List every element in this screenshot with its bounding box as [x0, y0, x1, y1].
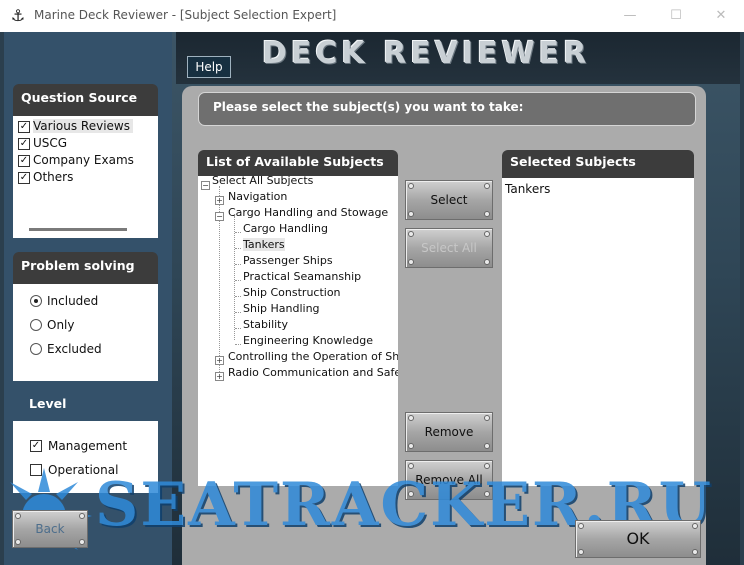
app-logo: DECK REVIEWER — [262, 36, 591, 71]
problem-solving-label: Only — [47, 318, 75, 332]
level-header: Level — [29, 396, 67, 411]
selected-subjects-header: Selected Subjects — [502, 150, 694, 178]
question-source-label: Others — [33, 170, 74, 184]
problem-solving-label: Excluded — [47, 342, 102, 356]
tree-item[interactable]: Ship Construction — [243, 286, 341, 299]
available-subjects-tree[interactable]: − Select All Subjects + Navigation − Cargo … — [198, 176, 398, 486]
level-label: Management — [48, 439, 128, 453]
tree-item[interactable]: Navigation — [228, 190, 287, 203]
level-checkbox[interactable]: ✓ — [30, 440, 42, 452]
tree-item[interactable]: Cargo Handling and Stowage — [228, 206, 388, 219]
ok-button-label: OK — [626, 529, 650, 548]
tree-item[interactable]: Ship Handling — [243, 302, 320, 315]
maximize-button[interactable]: ☐ — [663, 6, 689, 26]
select-all-button[interactable]: Select All — [405, 228, 493, 268]
tree-line — [235, 232, 241, 233]
rivet-icon — [79, 539, 85, 545]
tree-line — [235, 280, 241, 281]
collapse-icon[interactable]: − — [201, 181, 210, 190]
collapse-icon[interactable]: − — [215, 212, 224, 221]
back-button[interactable]: Back — [12, 510, 88, 548]
rivet-icon — [408, 259, 414, 265]
tree-line — [235, 328, 241, 329]
rivet-icon — [692, 523, 698, 529]
window-title: Marine Deck Reviewer - [Subject Selectio… — [34, 8, 337, 22]
available-subjects-header: List of Available Subjects — [198, 150, 398, 176]
tree-line — [235, 344, 241, 345]
question-source-label: USCG — [33, 136, 68, 150]
rivet-icon — [484, 183, 490, 189]
back-button-label: Back — [35, 522, 65, 536]
expand-icon[interactable]: + — [215, 356, 224, 365]
tree-item[interactable]: Tankers — [243, 238, 285, 251]
rivet-icon — [15, 539, 21, 545]
rivet-icon — [578, 523, 584, 529]
question-source-label: Company Exams — [33, 153, 134, 167]
tree-line — [235, 312, 241, 313]
help-button[interactable]: Help — [187, 56, 231, 78]
tree-item[interactable]: Radio Communication and Safety — [228, 366, 398, 379]
tree-item[interactable]: Cargo Handling — [243, 222, 328, 235]
expand-icon[interactable]: + — [215, 372, 224, 381]
question-source-checkbox[interactable]: ✓ — [18, 172, 30, 184]
question-source-header: Question Source — [13, 84, 158, 116]
select-button[interactable]: Select — [405, 180, 493, 220]
rivet-icon — [484, 211, 490, 217]
rivet-icon — [408, 415, 414, 421]
rivet-icon — [408, 183, 414, 189]
tree-item[interactable]: Passenger Ships — [243, 254, 333, 267]
tree-item[interactable]: Controlling the Operation of Ship ar — [228, 350, 398, 363]
tree-root-select-all[interactable]: Select All Subjects — [212, 176, 313, 187]
rivet-icon — [578, 549, 584, 555]
problem-solving-label: Included — [47, 294, 99, 308]
rivet-icon — [408, 463, 414, 469]
tree-line — [235, 264, 241, 265]
question-source-scrollbar[interactable] — [29, 228, 127, 231]
select-button-label: Select — [430, 193, 468, 207]
prompt-text: Please select the subject(s) you want to… — [213, 100, 524, 114]
rivet-icon — [408, 443, 414, 449]
selected-subjects-list[interactable] — [502, 178, 694, 486]
rivet-icon — [15, 513, 21, 519]
tree-item[interactable]: Practical Seamanship — [243, 270, 361, 283]
problem-solving-radio[interactable] — [30, 295, 42, 307]
ok-button[interactable]: OK — [575, 520, 701, 558]
expand-icon[interactable]: + — [215, 196, 224, 205]
problem-solving-header: Problem solving — [13, 252, 158, 284]
tree-item[interactable]: Engineering Knowledge — [243, 334, 373, 347]
rivet-icon — [484, 415, 490, 421]
question-source-checkbox[interactable]: ✓ — [18, 121, 30, 133]
rivet-icon — [692, 549, 698, 555]
remove-button-label: Remove — [424, 425, 474, 439]
rivet-icon — [408, 211, 414, 217]
question-source-label: Various Reviews — [33, 119, 133, 133]
minimize-button[interactable]: — — [617, 6, 643, 26]
remove-button[interactable]: Remove — [405, 412, 493, 452]
tree-item[interactable]: Stability — [243, 318, 288, 331]
tree-line — [235, 296, 241, 297]
close-button[interactable]: ✕ — [708, 6, 734, 26]
rivet-icon — [484, 463, 490, 469]
select-all-button-label: Select All — [421, 241, 477, 255]
selected-subject-item[interactable]: Tankers — [505, 182, 550, 196]
anchor-icon: ⚓ — [10, 6, 26, 25]
rivet-icon — [484, 443, 490, 449]
problem-solving-radio[interactable] — [30, 319, 42, 331]
rivet-icon — [79, 513, 85, 519]
question-source-checkbox[interactable]: ✓ — [18, 138, 30, 150]
problem-solving-radio[interactable] — [30, 343, 42, 355]
rivet-icon — [484, 259, 490, 265]
tree-line — [234, 216, 235, 340]
rivet-icon — [484, 231, 490, 237]
rivet-icon — [408, 231, 414, 237]
tree-line — [235, 248, 241, 249]
question-source-checkbox[interactable]: ✓ — [18, 155, 30, 167]
